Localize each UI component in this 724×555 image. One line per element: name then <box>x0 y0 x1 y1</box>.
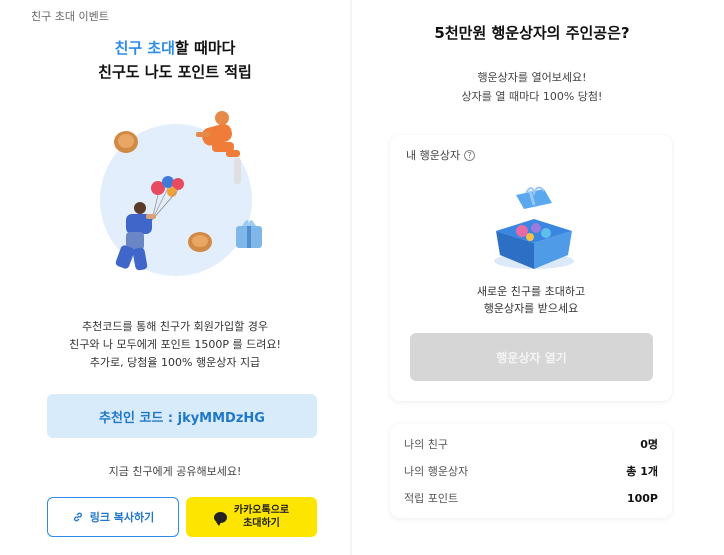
stat-row-lucky-boxes: 나의 행운상자 총 1개 <box>404 462 658 480</box>
help-icon[interactable]: ? <box>464 149 476 161</box>
card-msg-line: 새로운 친구를 초대하고 <box>476 285 586 298</box>
headline-rest: 할 때마다 <box>175 39 236 57</box>
card-msg-line: 행운상자를 받으세요 <box>483 302 579 315</box>
copy-link-label: 링크 복사하기 <box>89 511 155 524</box>
copy-link-button[interactable]: 링크 복사하기 <box>47 497 179 537</box>
lucky-box-panel: 5천만원 행운상자의 주인공은? 행운상자를 열어보세요! 상자를 열 때마다 … <box>352 0 724 555</box>
lucky-box-title: 5천만원 행운상자의 주인공은? <box>434 24 630 42</box>
referral-code-box[interactable]: 추천인 코드 : jkyMMDzHG <box>47 394 317 438</box>
my-lucky-box-card: 내 행운상자 ? 새로운 친구를 초대하고 행운상자를 받으세요 행운상자 열기 <box>390 135 672 401</box>
stat-row-points: 적립 포인트 100P <box>404 489 658 507</box>
stat-value: 0명 <box>640 438 658 451</box>
invite-description: 추천코드를 통해 친구가 회원가입할 경우 친구와 나 모두에게 포인트 150… <box>0 318 350 372</box>
my-lucky-box-label: 내 행운상자 ? <box>406 147 476 163</box>
headline-accent: 친구 초대 <box>114 39 175 57</box>
kakao-label-line: 초대하기 <box>243 518 280 529</box>
subtitle-line: 상자를 열 때마다 100% 당첨! <box>461 90 603 103</box>
stat-value: 총 1개 <box>626 465 658 478</box>
desc-line: 추가로, 당첨율 100% 행운상자 지급 <box>89 356 261 369</box>
card-message: 새로운 친구를 초대하고 행운상자를 받으세요 <box>390 283 672 317</box>
stat-label: 적립 포인트 <box>404 492 459 505</box>
headline-line-2: 친구도 나도 포인트 적립 <box>98 63 252 81</box>
subtitle-line: 행운상자를 열어보세요! <box>477 71 587 84</box>
stat-label: 나의 행운상자 <box>404 465 469 478</box>
kakao-label-line: 카카오톡으로 <box>233 505 290 516</box>
stat-label: 나의 친구 <box>404 438 448 451</box>
desc-line: 친구와 나 모두에게 포인트 1500P 를 드려요! <box>69 338 281 351</box>
kakao-invite-button[interactable]: 카카오톡으로 초대하기 <box>186 497 317 537</box>
link-icon <box>73 512 82 522</box>
friends-illustration <box>100 111 262 276</box>
desc-line: 추천코드를 통해 친구가 회원가입할 경우 <box>81 320 269 333</box>
share-hint: 지금 친구에게 공유해보세요! <box>108 465 242 478</box>
headline: 친구 초대할 때마다 친구도 나도 포인트 적립 <box>0 36 350 84</box>
kakao-chat-icon <box>213 511 227 526</box>
card-label-text: 내 행운상자 <box>406 149 461 162</box>
stats-card: 나의 친구 0명 나의 행운상자 총 1개 적립 포인트 100P <box>390 424 672 518</box>
lucky-box-subtitle: 행운상자를 열어보세요! 상자를 열 때마다 100% 당첨! <box>352 68 712 106</box>
invite-panel: 친구 초대 이벤트 친구 초대할 때마다 친구도 나도 포인트 적립 추천코드를… <box>0 0 350 555</box>
stat-row-friends: 나의 친구 0명 <box>404 435 658 453</box>
event-label: 친구 초대 이벤트 <box>31 10 109 23</box>
referral-code-text: 추천인 코드 : jkyMMDzHG <box>99 410 265 426</box>
stat-value: 100P <box>626 491 658 505</box>
open-lucky-box-button[interactable]: 행운상자 열기 <box>410 333 653 381</box>
kakao-invite-label: 카카오톡으로 초대하기 <box>234 504 289 530</box>
lucky-box-illustration <box>494 186 574 269</box>
open-lucky-box-label: 행운상자 열기 <box>496 350 567 365</box>
